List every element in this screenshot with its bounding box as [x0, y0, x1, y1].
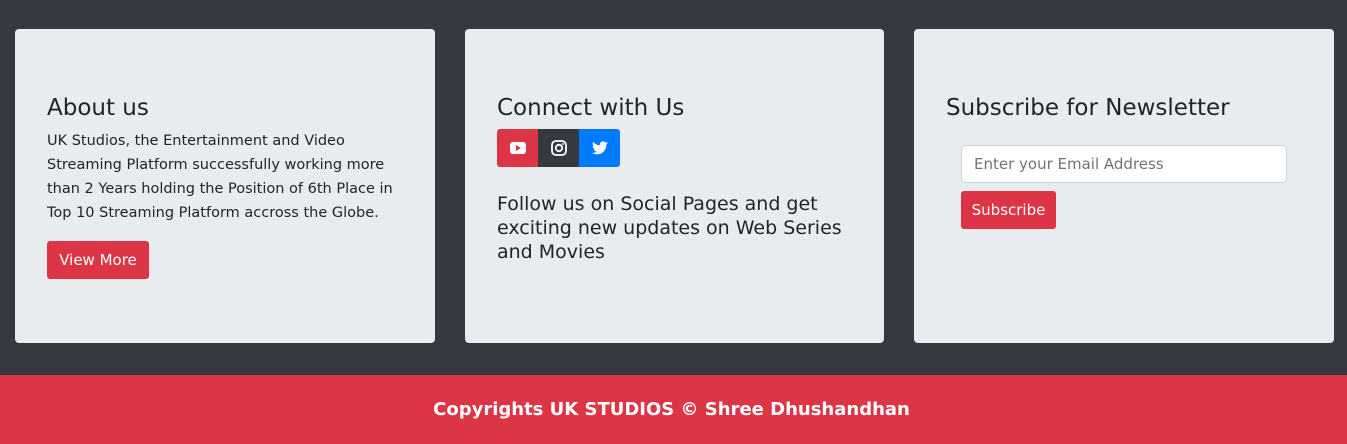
subscribe-card: Subscribe for Newsletter Subscribe — [914, 29, 1334, 343]
twitter-button[interactable] — [579, 129, 620, 167]
instagram-icon — [550, 140, 567, 156]
twitter-icon — [591, 141, 608, 155]
about-description: UK Studios, the Entertainment and Video … — [47, 133, 393, 221]
youtube-button[interactable] — [497, 129, 538, 167]
footer-cards-section: About us UK Studios, the Entertainment a… — [0, 0, 1347, 375]
youtube-icon — [509, 142, 526, 154]
instagram-button[interactable] — [538, 129, 579, 167]
about-card: About us UK Studios, the Entertainment a… — [15, 29, 435, 343]
connect-card: Connect with Us Follow us on Social Page… — [465, 29, 884, 343]
copyright-footer: Copyrights UK STUDIOS © Shree Dhushandha… — [0, 375, 1347, 444]
subscribe-title: Subscribe for Newsletter — [946, 95, 1230, 121]
follow-text: Follow us on Social Pages and get exciti… — [497, 193, 842, 263]
email-input[interactable] — [961, 145, 1287, 183]
about-title: About us — [47, 95, 149, 121]
copyright-text: Copyrights UK STUDIOS © Shree Dhushandha… — [433, 399, 910, 420]
social-button-group — [497, 129, 620, 167]
subscribe-button[interactable]: Subscribe — [961, 191, 1056, 229]
view-more-button[interactable]: View More — [47, 241, 149, 279]
connect-title: Connect with Us — [497, 95, 685, 121]
